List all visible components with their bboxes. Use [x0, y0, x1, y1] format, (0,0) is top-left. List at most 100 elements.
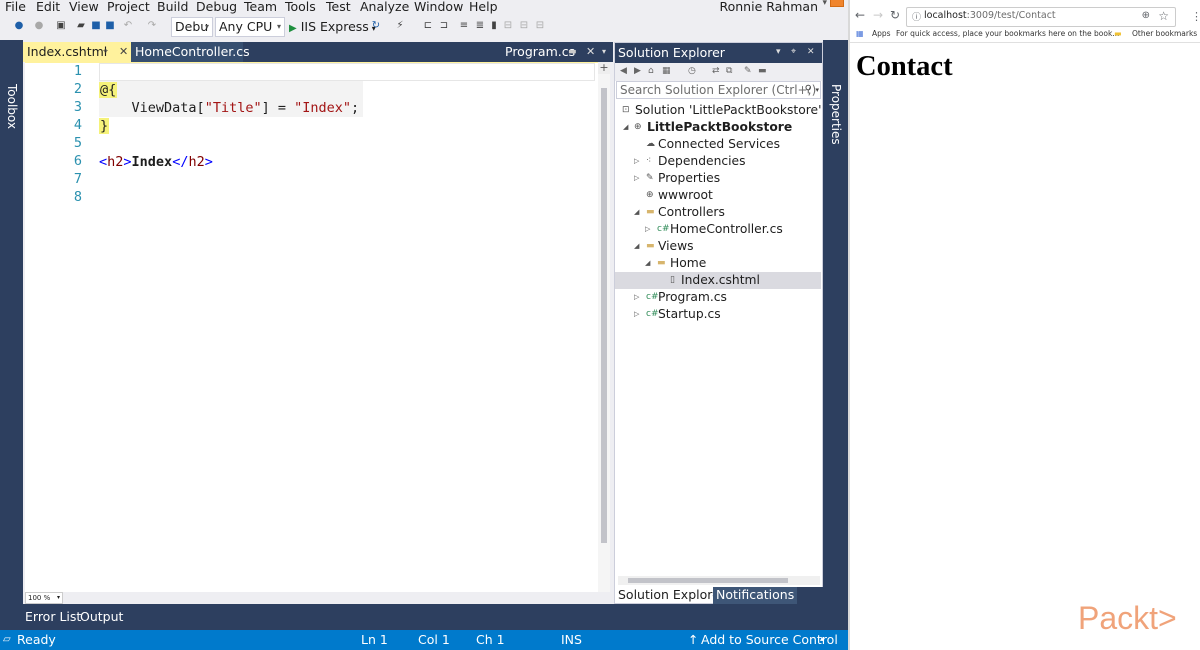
refresh-icon[interactable]: ↻: [370, 20, 382, 32]
menu-help[interactable]: Help: [469, 0, 498, 14]
pending-changes-icon[interactable]: ◷: [688, 66, 696, 76]
switch-views-icon[interactable]: ▦: [662, 66, 671, 76]
close-icon[interactable]: ✕: [586, 42, 595, 62]
tree-item-startup[interactable]: ▷ c# Startup.cs: [615, 306, 821, 323]
menu-test[interactable]: Test: [326, 0, 351, 14]
address-bar[interactable]: ⓘ localhost:3009/test/Contact ⊕ ☆: [906, 7, 1176, 27]
solution-explorer-search[interactable]: Search Solution Explorer (Ctrl+;) ⚲ ▾: [616, 81, 821, 99]
properties-wrench-icon[interactable]: ✎: [744, 66, 752, 76]
toolbox-tab[interactable]: Toolbox: [3, 84, 20, 130]
solution-platform-select[interactable]: Any CPU ▾: [215, 17, 285, 37]
uncomment-icon[interactable]: ≣: [474, 20, 486, 32]
close-icon[interactable]: ✕: [119, 42, 128, 62]
expanded-arrow-icon[interactable]: ◢: [645, 255, 650, 272]
menu-view[interactable]: View: [69, 0, 99, 14]
prev-bookmark-icon[interactable]: ⊟: [502, 20, 514, 32]
back-arrow-icon[interactable]: ←: [855, 8, 865, 22]
undo-icon[interactable]: ↶: [122, 20, 134, 32]
add-to-source-control-button[interactable]: Add to Source Control: [701, 632, 838, 647]
page-info-icon[interactable]: ⓘ: [912, 10, 921, 23]
more-menu-icon[interactable]: ⋮: [1191, 10, 1200, 23]
menu-build[interactable]: Build: [157, 0, 188, 14]
tab-homecontroller-cs[interactable]: HomeController.cs: [131, 42, 250, 62]
tab-notifications[interactable]: Notifications: [713, 587, 798, 604]
auto-hide-pin-icon[interactable]: ⌖: [791, 43, 796, 62]
tab-solution-explorer[interactable]: Solution Explorer: [614, 587, 729, 604]
user-dropdown-icon[interactable]: ▾: [822, 0, 827, 8]
menu-tools[interactable]: Tools: [285, 0, 316, 14]
next-bookmark-icon[interactable]: ⊟: [518, 20, 530, 32]
sync-icon[interactable]: ⇄: [712, 66, 720, 76]
tree-item-wwwroot[interactable]: ⊕ wwwroot: [615, 187, 821, 204]
folder-icon[interactable]: ▬: [1114, 29, 1122, 38]
tab-program-cs[interactable]: Program.cs ▬ ✕ ▾: [501, 42, 613, 62]
close-icon[interactable]: ✕: [807, 43, 815, 62]
tree-item-views[interactable]: ◢ ▬ Views: [615, 238, 821, 255]
preview-icon[interactable]: ▬: [758, 66, 767, 76]
search-icon[interactable]: ⚲: [805, 82, 812, 98]
tab-error-list[interactable]: Error List: [25, 609, 81, 624]
back-icon[interactable]: ◀: [620, 66, 627, 76]
menu-debug[interactable]: Debug: [196, 0, 237, 14]
forward-arrow-icon[interactable]: →: [873, 8, 883, 22]
save-icon[interactable]: ■: [90, 20, 102, 32]
scrollbar-thumb[interactable]: [628, 578, 788, 583]
tab-output[interactable]: Output: [80, 609, 123, 624]
tree-item-controllers[interactable]: ◢ ▬ Controllers: [615, 204, 821, 221]
expanded-arrow-icon[interactable]: ◢: [623, 119, 628, 136]
tree-item-dependencies[interactable]: ▷ ⁖ Dependencies: [615, 153, 821, 170]
bookmark-star-icon[interactable]: ☆: [1158, 9, 1169, 23]
tree-item-program[interactable]: ▷ c# Program.cs: [615, 289, 821, 306]
step-icon[interactable]: ⊏: [422, 20, 434, 32]
collapse-all-icon[interactable]: ⧉: [726, 66, 732, 76]
tree-item-homecontroller[interactable]: ▷ c# HomeController.cs: [615, 221, 821, 238]
tree-item-properties[interactable]: ▷ ✎ Properties: [615, 170, 821, 187]
zoom-level-select[interactable]: 100 % ▾: [25, 592, 63, 604]
scrollbar-thumb[interactable]: [601, 88, 607, 543]
redo-icon[interactable]: ↷: [146, 20, 158, 32]
up-arrow-icon[interactable]: ↑: [688, 632, 698, 647]
editor-vertical-scrollbar[interactable]: [598, 62, 610, 592]
bookmark-icon[interactable]: ▮: [488, 20, 500, 32]
menu-analyze[interactable]: Analyze: [360, 0, 409, 14]
menu-project[interactable]: Project: [107, 0, 150, 14]
menu-team[interactable]: Team: [244, 0, 277, 14]
tab-index-cshtml[interactable]: Index.cshtml ⌖ ✕: [23, 42, 131, 62]
apps-grid-icon[interactable]: ▦: [856, 29, 864, 38]
bookmark-apps[interactable]: Apps: [872, 29, 891, 38]
collapsed-arrow-icon[interactable]: ▷: [634, 170, 639, 187]
reload-icon[interactable]: ↻: [890, 8, 900, 22]
expanded-arrow-icon[interactable]: ◢: [634, 238, 639, 255]
menu-file[interactable]: File: [5, 0, 26, 14]
menu-window[interactable]: Window: [414, 0, 463, 14]
collapsed-arrow-icon[interactable]: ▷: [634, 306, 639, 323]
save-all-icon[interactable]: ■: [104, 20, 116, 32]
open-file-icon[interactable]: ▰: [75, 20, 87, 32]
new-project-icon[interactable]: ▣: [55, 20, 67, 32]
home-icon[interactable]: ⌂: [648, 66, 654, 76]
collapsed-arrow-icon[interactable]: ▷: [645, 221, 650, 238]
signed-in-user[interactable]: Ronnie Rahman: [719, 0, 818, 14]
collapsed-arrow-icon[interactable]: ▷: [634, 289, 639, 306]
bookmark-other[interactable]: Other bookmarks: [1132, 29, 1197, 38]
browser-link-icon[interactable]: ⚡: [394, 20, 406, 32]
chevron-down-icon[interactable]: ▾: [815, 82, 819, 98]
tab-list-dropdown-icon[interactable]: ▾: [602, 42, 606, 62]
tree-item-project[interactable]: ◢ ⊕ LittlePacktBookstore: [615, 119, 821, 136]
clear-bookmarks-icon[interactable]: ⊟: [534, 20, 546, 32]
user-avatar[interactable]: [830, 0, 844, 7]
tree-item-solution[interactable]: ⊡ Solution 'LittlePacktBookstore' (1 pr: [615, 102, 848, 119]
tree-item-connected-services[interactable]: ☁ Connected Services: [615, 136, 821, 153]
pin-icon[interactable]: ⌖: [103, 42, 108, 62]
code-area[interactable]: @{ ViewData["Title"] = "Index"; } <h2>In…: [99, 63, 595, 592]
format-icon[interactable]: ⊐: [438, 20, 450, 32]
solution-explorer-horizontal-scrollbar[interactable]: [618, 576, 820, 585]
menu-edit[interactable]: Edit: [36, 0, 60, 14]
solution-configuration-select[interactable]: Debu ▾: [171, 17, 213, 37]
pin-icon[interactable]: ▬: [568, 42, 577, 62]
comment-icon[interactable]: ≡: [458, 20, 470, 32]
zoom-magnifier-icon[interactable]: ⊕: [1142, 10, 1150, 21]
properties-tab[interactable]: Properties: [827, 84, 844, 145]
expanded-arrow-icon[interactable]: ◢: [634, 204, 639, 221]
split-editor-icon[interactable]: +: [598, 62, 610, 74]
